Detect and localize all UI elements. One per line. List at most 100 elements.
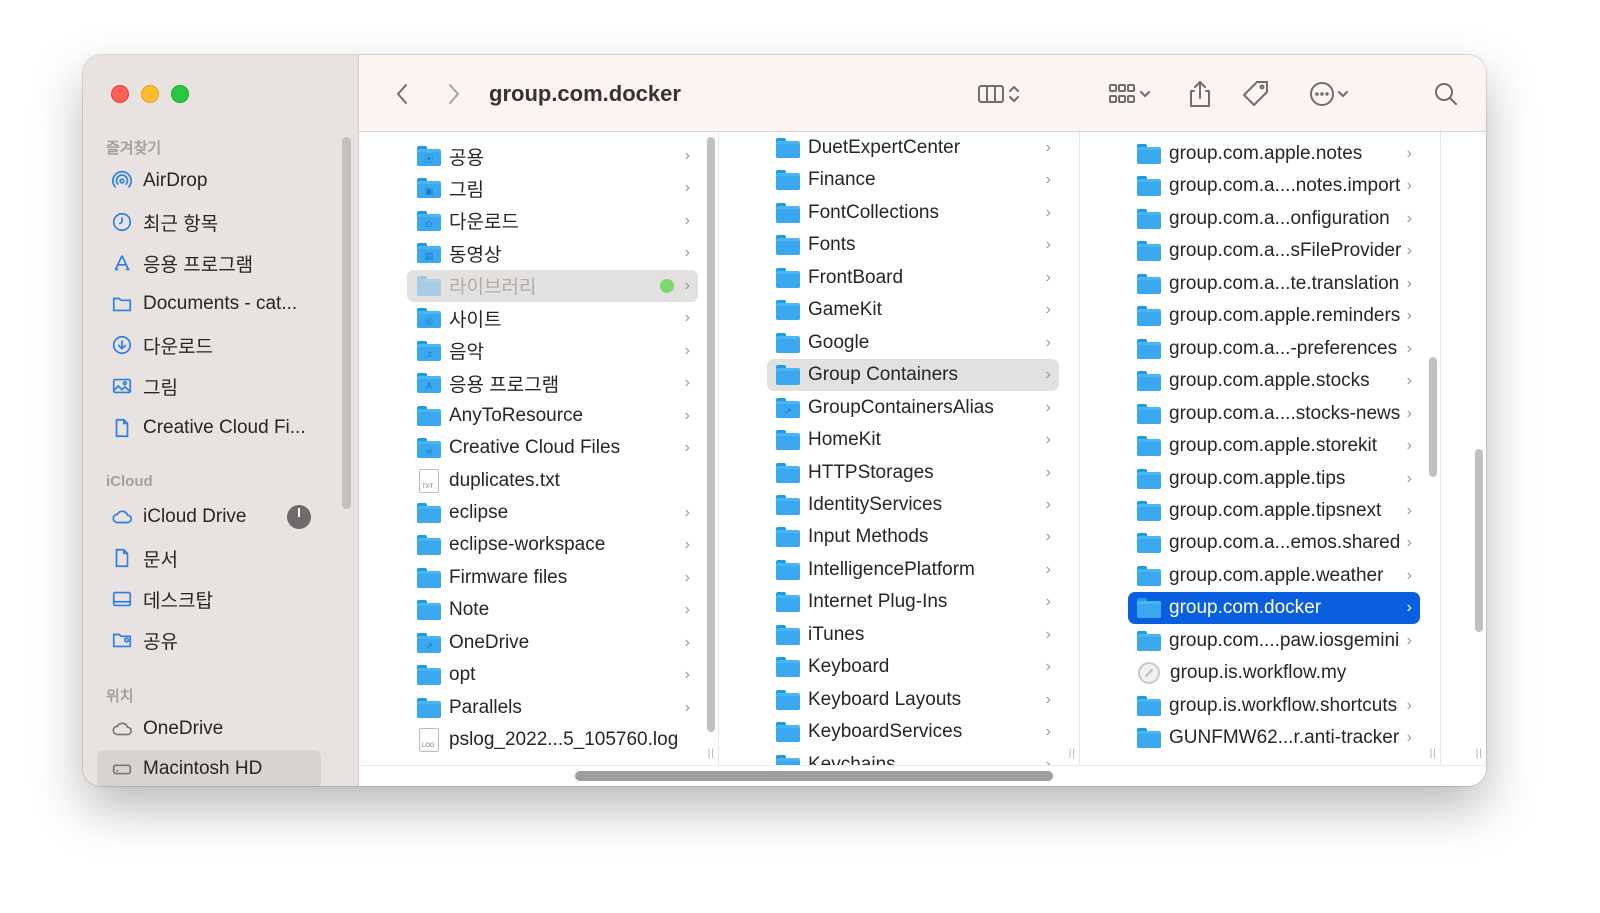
column-resize-handle[interactable]: || (1476, 748, 1483, 759)
folder-row[interactable]: Internet Plug-Ins › (719, 586, 1079, 618)
folder-row[interactable]: group.com.a...onfiguration › (1080, 203, 1440, 235)
folder-row[interactable]: group.com....paw.iosgemini › (1080, 625, 1440, 657)
folder-row[interactable]: Note › (359, 594, 718, 626)
folder-row[interactable]: KeyboardServices › (719, 716, 1079, 748)
folder-icon: ◎ (417, 308, 441, 329)
folder-row[interactable]: group.com.apple.tipsnext › (1080, 495, 1440, 527)
folder-row[interactable]: group.com.apple.tips › (1080, 463, 1440, 495)
folder-row[interactable]: ⊙ 다운로드 › (359, 205, 718, 237)
column-group-containers[interactable]: group.com.apple.notes › group.com.a....not… (1080, 132, 1441, 765)
sidebar-item-documents[interactable]: Documents - cat... (97, 285, 321, 323)
folder-row[interactable]: Keyboard Layouts › (719, 684, 1079, 716)
folder-row[interactable]: Input Methods › (719, 521, 1079, 553)
sidebar-item-documents-icloud[interactable]: 문서 (97, 539, 321, 577)
folder-row[interactable]: group.com.apple.storekit › (1080, 430, 1440, 462)
folder-row[interactable]: group.com.docker › (1080, 592, 1440, 625)
column-library[interactable]: DuetExpertCenter › Finance › FontCollections… (719, 132, 1080, 765)
folder-row[interactable]: iTunes › (719, 619, 1079, 651)
folder-row[interactable]: group.com.a....stocks-news › (1080, 398, 1440, 430)
folder-row[interactable]: Group Containers › (719, 359, 1079, 392)
column-resize-handle[interactable]: || (1430, 748, 1437, 759)
folder-row[interactable]: AnyToResource › (359, 400, 718, 432)
group-button[interactable] (1101, 77, 1159, 111)
sidebar-item-creative-cloud[interactable]: Creative Cloud Fi... (97, 409, 321, 447)
folder-row[interactable]: group.com.a....notes.import › (1080, 170, 1440, 202)
folder-row[interactable]: Google › (719, 327, 1079, 359)
folder-row[interactable]: group.com.apple.reminders › (1080, 300, 1440, 332)
sidebar-item-macintosh-hd[interactable]: Macintosh HD (97, 750, 321, 786)
shared-folder-icon (109, 627, 135, 653)
column-home[interactable]: ⦿ 공용 › ▣ 그림 › ⊙ 다운로드 › ▤ 동영상 › 라이브러리 › ◎ 사이트 › ♫ 음악 › A 응용 프로… (359, 132, 719, 765)
file-row[interactable]: group.is.workflow.my (1080, 657, 1440, 689)
folder-icon: ⊙ (417, 210, 441, 231)
folder-row[interactable]: DuetExpertCenter › (719, 132, 1079, 164)
folder-row[interactable]: group.com.a...-preferences › (1080, 333, 1440, 365)
more-actions-button[interactable] (1303, 77, 1355, 111)
sidebar-item-airdrop[interactable]: AirDrop (97, 162, 321, 200)
folder-row[interactable]: Parallels › (359, 692, 718, 724)
sidebar-item-desktop[interactable]: 데스크탑 (97, 580, 321, 618)
sidebar-item-downloads[interactable]: 다운로드 (97, 326, 321, 364)
folder-row[interactable]: group.is.workflow.shortcuts › (1080, 690, 1440, 722)
folder-row[interactable]: group.com.a...emos.shared › (1080, 527, 1440, 559)
folder-icon (776, 559, 800, 580)
sidebar-item-onedrive[interactable]: OneDrive (97, 710, 321, 748)
horizontal-scrollbar[interactable] (575, 771, 1053, 781)
folder-row[interactable]: Keyboard › (719, 651, 1079, 683)
file-row[interactable]: LOG pslog_2022...5_105760.log (359, 724, 718, 756)
column-scrollbar[interactable] (1429, 357, 1437, 477)
forward-button[interactable] (439, 77, 469, 111)
folder-row[interactable]: ⦿ 공용 › (359, 140, 718, 172)
folder-row[interactable]: Finance › (719, 164, 1079, 196)
folder-row[interactable]: ◎ 사이트 › (359, 302, 718, 334)
folder-row[interactable]: ▣ 그림 › (359, 172, 718, 204)
folder-row[interactable]: Fonts › (719, 229, 1079, 261)
close-button[interactable] (111, 85, 129, 103)
sidebar-item-shared[interactable]: 공유 (97, 621, 321, 659)
view-mode-button[interactable] (971, 77, 1027, 111)
sidebar-item-pictures[interactable]: 그림 (97, 367, 321, 405)
folder-row[interactable]: group.com.a...sFileProvider › (1080, 235, 1440, 267)
folder-row[interactable]: ↗ OneDrive › (359, 627, 718, 659)
folder-row[interactable]: opt › (359, 659, 718, 691)
folder-row[interactable]: Keychains › (719, 749, 1079, 765)
column-resize-handle[interactable]: || (1069, 748, 1076, 759)
folder-row[interactable]: ↗ GroupContainersAlias › (719, 392, 1079, 424)
sidebar-item-applications[interactable]: 응용 프로그램 (97, 244, 321, 282)
folder-row[interactable]: group.com.apple.notes › (1080, 138, 1440, 170)
folder-row[interactable]: HTTPStorages › (719, 457, 1079, 489)
file-row[interactable]: TXT duplicates.txt (359, 465, 718, 497)
tag-button[interactable] (1239, 77, 1273, 111)
column-scrollbar[interactable] (707, 137, 715, 732)
search-button[interactable] (1429, 77, 1463, 111)
sidebar-item-icloud-drive[interactable]: iCloud Drive (97, 498, 321, 536)
folder-row[interactable]: group.com.apple.weather › (1080, 560, 1440, 592)
folder-row[interactable]: Firmware files › (359, 562, 718, 594)
folder-row[interactable]: eclipse-workspace › (359, 529, 718, 561)
folder-row[interactable]: eclipse › (359, 497, 718, 529)
folder-row[interactable]: 라이브러리 › (359, 269, 718, 302)
folder-row[interactable]: FrontBoard › (719, 262, 1079, 294)
folder-row[interactable]: ♫ 음악 › (359, 335, 718, 367)
folder-row[interactable]: IdentityServices › (719, 489, 1079, 521)
folder-row[interactable]: ∞ Creative Cloud Files › (359, 432, 718, 464)
item-label: group.com.apple.tipsnext (1169, 499, 1382, 521)
back-button[interactable] (387, 77, 417, 111)
folder-row[interactable]: ▤ 동영상 › (359, 237, 718, 269)
folder-row[interactable]: group.com.a...te.translation › (1080, 268, 1440, 300)
folder-row[interactable]: GUNFMW62...r.anti-tracker › (1080, 722, 1440, 754)
item-label: group.com.a...onfiguration (1169, 207, 1390, 229)
folder-row[interactable]: GameKit › (719, 294, 1079, 326)
folder-row[interactable]: HomeKit › (719, 424, 1079, 456)
sidebar-item-recents[interactable]: 최근 항목 (97, 203, 321, 241)
zoom-button[interactable] (171, 85, 189, 103)
minimize-button[interactable] (141, 85, 159, 103)
folder-row[interactable]: FontCollections › (719, 197, 1079, 229)
sidebar-scrollbar[interactable] (342, 137, 351, 509)
folder-row[interactable]: IntelligencePlatform › (719, 554, 1079, 586)
column-scrollbar[interactable] (1475, 449, 1483, 632)
folder-row[interactable]: A 응용 프로그램 › (359, 367, 718, 399)
folder-row[interactable]: group.com.apple.stocks › (1080, 365, 1440, 397)
column-resize-handle[interactable]: || (708, 748, 715, 759)
share-button[interactable] (1185, 77, 1215, 111)
